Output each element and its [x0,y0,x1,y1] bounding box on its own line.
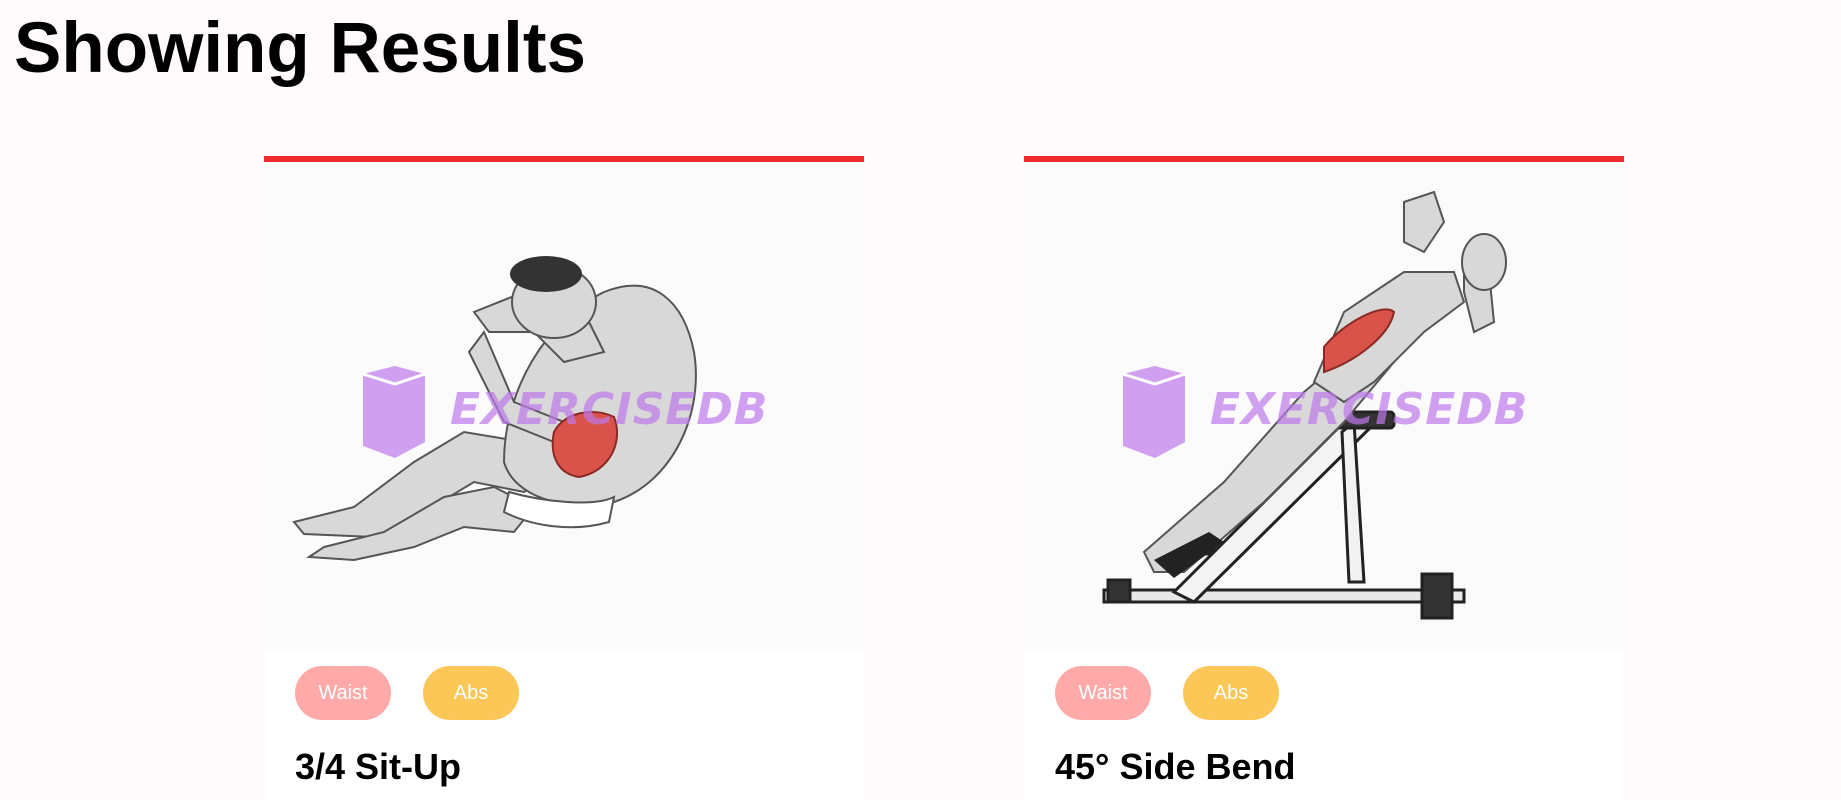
body-part-tag[interactable]: Waist [295,666,391,720]
exercise-card[interactable]: EXERCISEDB Waist Abs 3/4 Sit-Up [264,156,864,800]
exercise-image: EXERCISEDB [1024,162,1624,652]
target-muscle-tag[interactable]: Abs [423,666,519,720]
target-muscle-tag[interactable]: Abs [1183,666,1279,720]
exercise-card[interactable]: EXERCISEDB Waist Abs 45° Side Bend [1024,156,1624,800]
page-title: Showing Results [14,9,586,88]
sit-up-figure-illustration [292,256,697,562]
exercise-image: EXERCISEDB [264,162,864,652]
body-part-tag[interactable]: Waist [1055,666,1151,720]
side-bend-bench-illustration [1102,190,1507,620]
exercise-name: 3/4 Sit-Up [295,746,462,787]
exercise-name: 45° Side Bend [1055,746,1296,787]
